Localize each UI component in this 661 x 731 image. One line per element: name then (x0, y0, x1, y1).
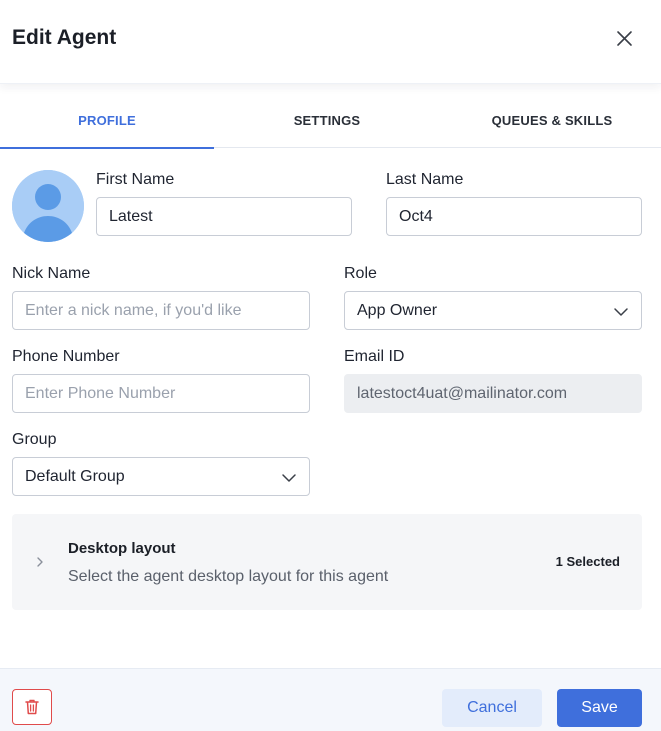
cancel-button[interactable]: Cancel (442, 689, 542, 727)
chevron-down-icon (614, 308, 628, 316)
desktop-layout-panel[interactable]: Desktop layout Select the agent desktop … (12, 514, 642, 610)
user-avatar-icon (12, 170, 84, 242)
tab-profile[interactable]: PROFILE (0, 92, 214, 149)
tab-bar: PROFILE SETTINGS QUEUES & SKILLS (0, 92, 661, 149)
phone-number-input[interactable] (12, 374, 310, 413)
phone-number-label: Phone Number (12, 348, 120, 365)
tab-settings[interactable]: SETTINGS (220, 92, 434, 148)
delete-button[interactable] (12, 689, 52, 725)
nick-name-input[interactable] (12, 291, 310, 330)
trash-icon (25, 699, 39, 715)
email-id-field: latestoct4uat@mailinator.com (344, 374, 642, 413)
tab-queues-skills[interactable]: QUEUES & SKILLS (445, 92, 659, 148)
last-name-input[interactable] (386, 197, 642, 236)
desktop-layout-title: Desktop layout (68, 540, 176, 557)
role-label: Role (344, 265, 377, 282)
chevron-down-icon (282, 474, 296, 482)
first-name-input[interactable] (96, 197, 352, 236)
close-button[interactable] (612, 26, 638, 52)
edit-agent-modal: Edit Agent PROFILE SETTINGS QUEUES & SKI… (0, 0, 661, 731)
group-label: Group (12, 431, 57, 448)
last-name-label: Last Name (386, 171, 464, 188)
nick-name-label: Nick Name (12, 265, 91, 282)
save-button[interactable]: Save (557, 689, 642, 727)
role-value: App Owner (357, 301, 438, 319)
avatar[interactable] (12, 170, 84, 242)
modal-footer: Cancel Save (0, 668, 661, 731)
group-value: Default Group (25, 467, 125, 485)
chevron-right-icon (37, 557, 43, 567)
close-icon (617, 31, 632, 46)
modal-header: Edit Agent (0, 0, 661, 84)
group-select[interactable]: Default Group (12, 457, 310, 496)
desktop-layout-description: Select the agent desktop layout for this… (68, 568, 389, 585)
desktop-layout-selected-count: 1 Selected (555, 554, 620, 569)
role-select[interactable]: App Owner (344, 291, 642, 330)
modal-title: Edit Agent (12, 26, 117, 49)
email-id-label: Email ID (344, 348, 405, 365)
first-name-label: First Name (96, 171, 175, 188)
